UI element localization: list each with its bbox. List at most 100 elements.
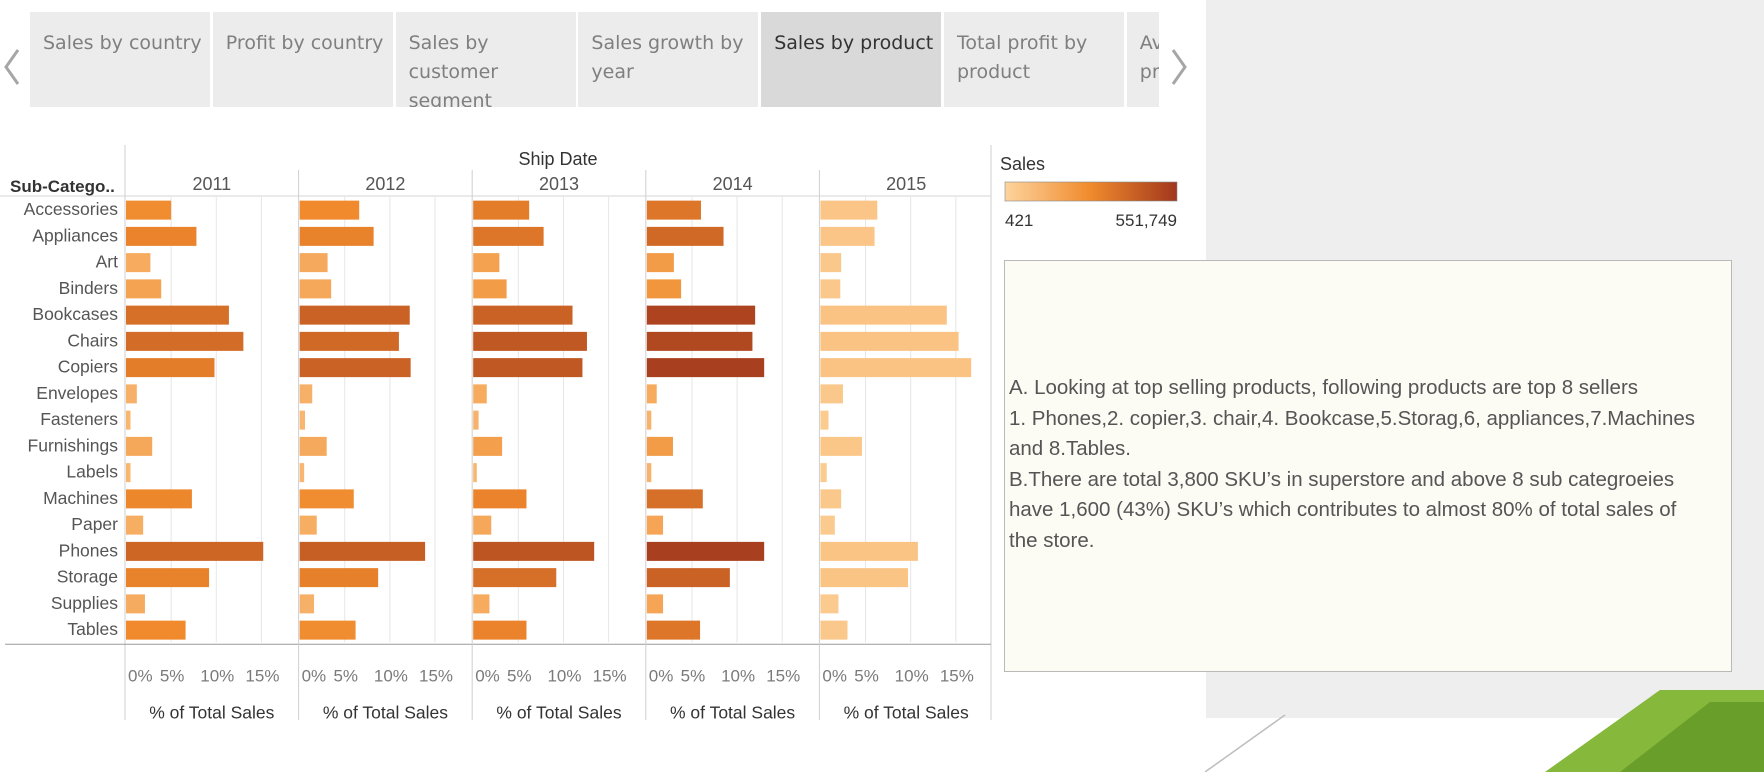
bar-2013-envelopes[interactable] [473,384,487,404]
bar-2015-machines[interactable] [820,489,842,509]
tab-sales-by-product[interactable]: Sales by product [761,12,942,107]
bar-2011-binders[interactable] [126,279,162,299]
bar-2015-chairs[interactable] [820,331,959,351]
bar-2013-appliances[interactable] [473,226,544,246]
bar-2012-tables[interactable] [299,620,356,640]
bar-2014-tables[interactable] [646,620,701,640]
bar-2015-envelopes[interactable] [820,384,843,404]
bar-2012-paper[interactable] [299,515,317,535]
bar-2014-accessories[interactable] [646,200,701,220]
panel-header-2015: 2015 [886,174,926,194]
bar-2015-art[interactable] [820,253,842,273]
bar-2013-paper[interactable] [473,515,492,535]
bar-2011-chairs[interactable] [126,331,244,351]
row-label: Tables [67,619,118,639]
tab-sales-by-country[interactable]: Sales by country [30,12,210,107]
tab-sales-by-customer-segment[interactable]: Sales by customer segment [395,12,576,107]
bar-2014-phones[interactable] [646,541,765,561]
bar-2014-envelopes[interactable] [646,384,657,404]
bar-2013-machines[interactable] [473,489,527,509]
bar-2013-accessories[interactable] [473,200,530,220]
x-tick-label: 0% [302,666,327,685]
bar-2011-envelopes[interactable] [126,384,137,404]
bar-2013-bookcases[interactable] [473,305,573,325]
bar-2015-bookcases[interactable] [820,305,947,325]
bar-2012-phones[interactable] [299,541,426,561]
bar-2011-furnishings[interactable] [126,436,153,456]
tab-profit-by-country[interactable]: Profit by country [212,12,393,107]
bar-2012-art[interactable] [299,253,328,273]
bar-2014-machines[interactable] [646,489,703,509]
bar-2012-storage[interactable] [299,568,379,588]
bar-2012-binders[interactable] [299,279,332,299]
bar-2011-paper[interactable] [126,515,144,535]
bar-2011-machines[interactable] [126,489,192,509]
bar-2014-paper[interactable] [646,515,664,535]
bar-2013-chairs[interactable] [473,331,587,351]
bar-2014-storage[interactable] [646,568,730,588]
bar-2015-tables[interactable] [820,620,848,640]
bar-2011-labels[interactable] [126,463,131,483]
bar-2015-paper[interactable] [820,515,835,535]
bar-2011-fasteners[interactable] [126,410,131,430]
bar-2011-copiers[interactable] [126,358,215,378]
tab-total-profit-by-product[interactable]: Total profit by product [944,12,1124,107]
bar-2011-bookcases[interactable] [126,305,229,325]
tab-average-product[interactable]: Average product [1126,12,1159,107]
bar-2015-supplies[interactable] [820,594,839,614]
bar-2015-binders[interactable] [820,279,841,299]
bar-2012-copiers[interactable] [299,358,411,378]
x-tick-label: 15% [245,666,279,685]
bar-2013-art[interactable] [473,253,500,273]
bar-2011-tables[interactable] [126,620,186,640]
bar-2013-storage[interactable] [473,568,557,588]
bar-2012-chairs[interactable] [299,331,399,351]
bar-2014-furnishings[interactable] [646,436,673,456]
bar-2011-storage[interactable] [126,568,210,588]
tab-sales-growth-by-year[interactable]: Sales growth by year [578,12,759,107]
chevron-right-icon[interactable] [1163,42,1197,92]
bar-2011-phones[interactable] [126,541,264,561]
bar-2015-copiers[interactable] [820,358,972,378]
bar-2013-phones[interactable] [473,541,595,561]
bar-2015-appliances[interactable] [820,226,875,246]
bar-2014-bookcases[interactable] [646,305,756,325]
bar-2012-labels[interactable] [299,463,305,483]
bar-2012-fasteners[interactable] [299,410,306,430]
bar-2015-storage[interactable] [820,568,908,588]
bar-2013-supplies[interactable] [473,594,490,614]
bar-2013-furnishings[interactable] [473,436,503,456]
bar-2012-appliances[interactable] [299,226,374,246]
bar-2013-binders[interactable] [473,279,507,299]
bar-2011-accessories[interactable] [126,200,172,220]
chevron-left-icon[interactable] [0,42,34,92]
bar-2013-labels[interactable] [473,463,477,483]
bar-2014-appliances[interactable] [646,226,724,246]
bar-2014-binders[interactable] [646,279,682,299]
bar-2012-bookcases[interactable] [299,305,410,325]
bar-2011-art[interactable] [126,253,151,273]
bar-2012-envelopes[interactable] [299,384,313,404]
bar-2012-accessories[interactable] [299,200,360,220]
bar-2014-chairs[interactable] [646,331,753,351]
bar-2015-accessories[interactable] [820,200,878,220]
bar-2013-copiers[interactable] [473,358,583,378]
bar-2011-appliances[interactable] [126,226,197,246]
tab-label-line: Average [1139,32,1159,54]
bar-2013-tables[interactable] [473,620,527,640]
bar-2014-fasteners[interactable] [646,410,652,430]
bar-2015-labels[interactable] [820,463,827,483]
bar-2014-supplies[interactable] [646,594,664,614]
bar-2015-phones[interactable] [820,541,918,561]
bar-2012-furnishings[interactable] [299,436,327,456]
bar-2012-supplies[interactable] [299,594,315,614]
bar-2015-fasteners[interactable] [820,410,829,430]
bar-2015-furnishings[interactable] [820,436,862,456]
bar-2014-copiers[interactable] [646,358,765,378]
bar-2012-machines[interactable] [299,489,354,509]
bar-2013-fasteners[interactable] [473,410,479,430]
bar-2014-labels[interactable] [646,463,652,483]
bar-2014-art[interactable] [646,253,674,273]
x-axis-title: % of Total Sales [149,702,274,722]
bar-2011-supplies[interactable] [126,594,145,614]
